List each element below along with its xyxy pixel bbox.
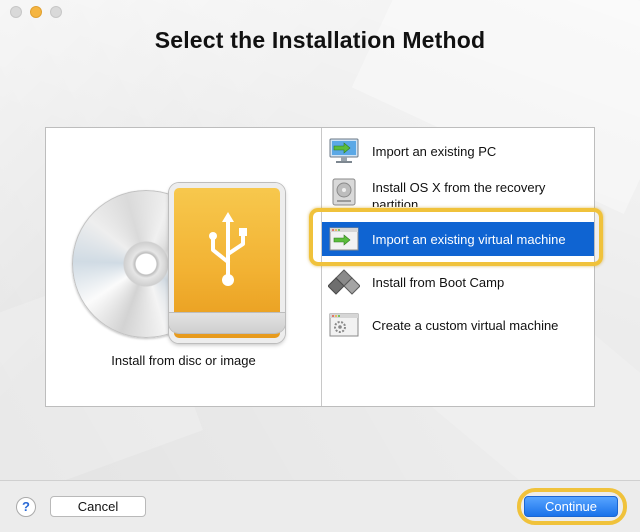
method-label: Import an existing PC [372,143,497,159]
method-label: Install from Boot Camp [372,274,505,290]
window-controls [10,6,62,18]
usb-drive-base [169,313,285,333]
minimize-window-button[interactable] [30,6,42,18]
cancel-button[interactable]: Cancel [50,496,146,517]
selected-method-highlight [309,208,603,266]
pc-import-icon [328,137,360,165]
install-from-disc-option[interactable]: Install from disc or image [46,128,322,406]
continue-button[interactable]: Continue [524,496,618,517]
custom-vm-icon [328,311,360,339]
boot-camp-icon [327,268,361,296]
method-panel: Install from disc or image Import an exi… [45,127,595,407]
hard-drive-icon [328,178,360,206]
help-button[interactable]: ? [16,497,36,517]
close-window-button[interactable] [10,6,22,18]
usb-symbol-icon [209,212,247,286]
method-label: Create a custom virtual machine [372,317,559,333]
method-label: Install OS X from the recovery partition [372,180,546,207]
method-boot-camp[interactable]: Install from Boot Camp [322,265,594,299]
zoom-window-button[interactable] [50,6,62,18]
method-import-pc[interactable]: Import an existing PC [322,134,594,168]
install-from-disc-label: Install from disc or image [111,353,256,368]
method-custom-vm[interactable]: Create a custom virtual machine [322,308,594,342]
installer-window: Select the Installation Method Install f… [0,0,640,532]
page-title: Select the Installation Method [154,27,486,53]
method-list: Import an existing PC Install OS X from … [322,128,594,406]
